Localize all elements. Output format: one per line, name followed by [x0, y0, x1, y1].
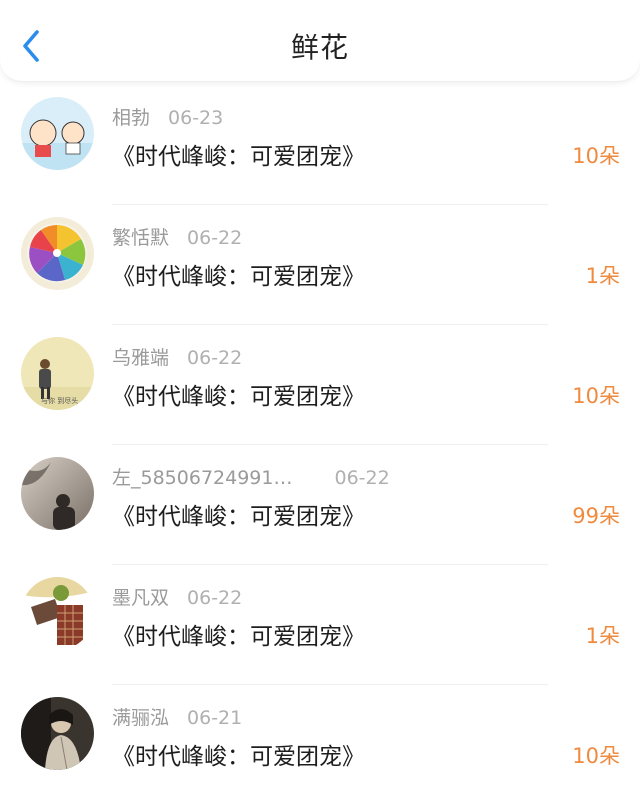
gift-list: 相勃 06-23 《时代峰峻：可爱团宠》 10朵 繁恬默 06-22 《时代峰峻：可…: [0, 85, 640, 805]
flower-count: 10朵: [572, 744, 620, 768]
top-bar: 鲜花: [0, 0, 640, 82]
flower-count: 10朵: [572, 384, 620, 408]
item-meta: 乌雅端 06-22: [112, 343, 242, 370]
page-title: 鲜花: [290, 31, 349, 64]
list-item[interactable]: 墨凡双 06-22 《时代峰峻：可爱团宠》 1朵: [0, 565, 640, 685]
avatar[interactable]: [21, 217, 94, 290]
item-meta: 繁恬默 06-22: [112, 223, 242, 250]
work-title: 《时代峰峻：可爱团宠》: [112, 384, 365, 410]
user-name: 满骊泓: [112, 707, 170, 729]
avatar[interactable]: [21, 97, 94, 170]
user-name: 左_58506724991…: [112, 467, 293, 489]
svg-text:与你 到尽头: 与你 到尽头: [41, 396, 78, 405]
user-name: 墨凡双: [112, 587, 170, 609]
flower-count: 1朵: [585, 264, 620, 288]
user-name: 相勃: [112, 107, 151, 129]
item-date: 06-22: [334, 467, 390, 489]
work-title: 《时代峰峻：可爱团宠》: [112, 264, 365, 290]
work-title: 《时代峰峻：可爱团宠》: [112, 624, 365, 650]
avatar[interactable]: 与你 到尽头: [21, 337, 94, 410]
list-item[interactable]: 满骊泓 06-21 《时代峰峻：可爱团宠》 10朵: [0, 685, 640, 805]
list-item[interactable]: 相勃 06-23 《时代峰峻：可爱团宠》 10朵: [0, 85, 640, 205]
item-date: 06-23: [168, 107, 224, 129]
item-meta: 墨凡双 06-22: [112, 583, 242, 610]
item-meta: 满骊泓 06-21: [112, 703, 242, 730]
item-date: 06-22: [187, 587, 243, 609]
item-meta: 相勃 06-23: [112, 103, 223, 130]
work-title: 《时代峰峻：可爱团宠》: [112, 744, 365, 770]
work-title: 《时代峰峻：可爱团宠》: [112, 504, 365, 530]
avatar[interactable]: [21, 457, 94, 530]
list-item[interactable]: 与你 到尽头 乌雅端 06-22 《时代峰峻：可爱团宠》 10朵: [0, 325, 640, 445]
list-item[interactable]: 繁恬默 06-22 《时代峰峻：可爱团宠》 1朵: [0, 205, 640, 325]
user-name: 繁恬默: [112, 227, 170, 249]
user-name: 乌雅端: [112, 347, 170, 369]
avatar[interactable]: [21, 577, 94, 650]
item-date: 06-22: [187, 347, 243, 369]
list-item[interactable]: 左_58506724991… 06-22 《时代峰峻：可爱团宠》 99朵: [0, 445, 640, 565]
flower-count: 10朵: [572, 144, 620, 168]
work-title: 《时代峰峻：可爱团宠》: [112, 144, 365, 170]
flower-count: 99朵: [572, 504, 620, 528]
avatar[interactable]: [21, 697, 94, 770]
flower-count: 1朵: [585, 624, 620, 648]
item-date: 06-22: [187, 227, 243, 249]
item-date: 06-21: [187, 707, 243, 729]
item-meta: 左_58506724991… 06-22: [112, 463, 390, 490]
